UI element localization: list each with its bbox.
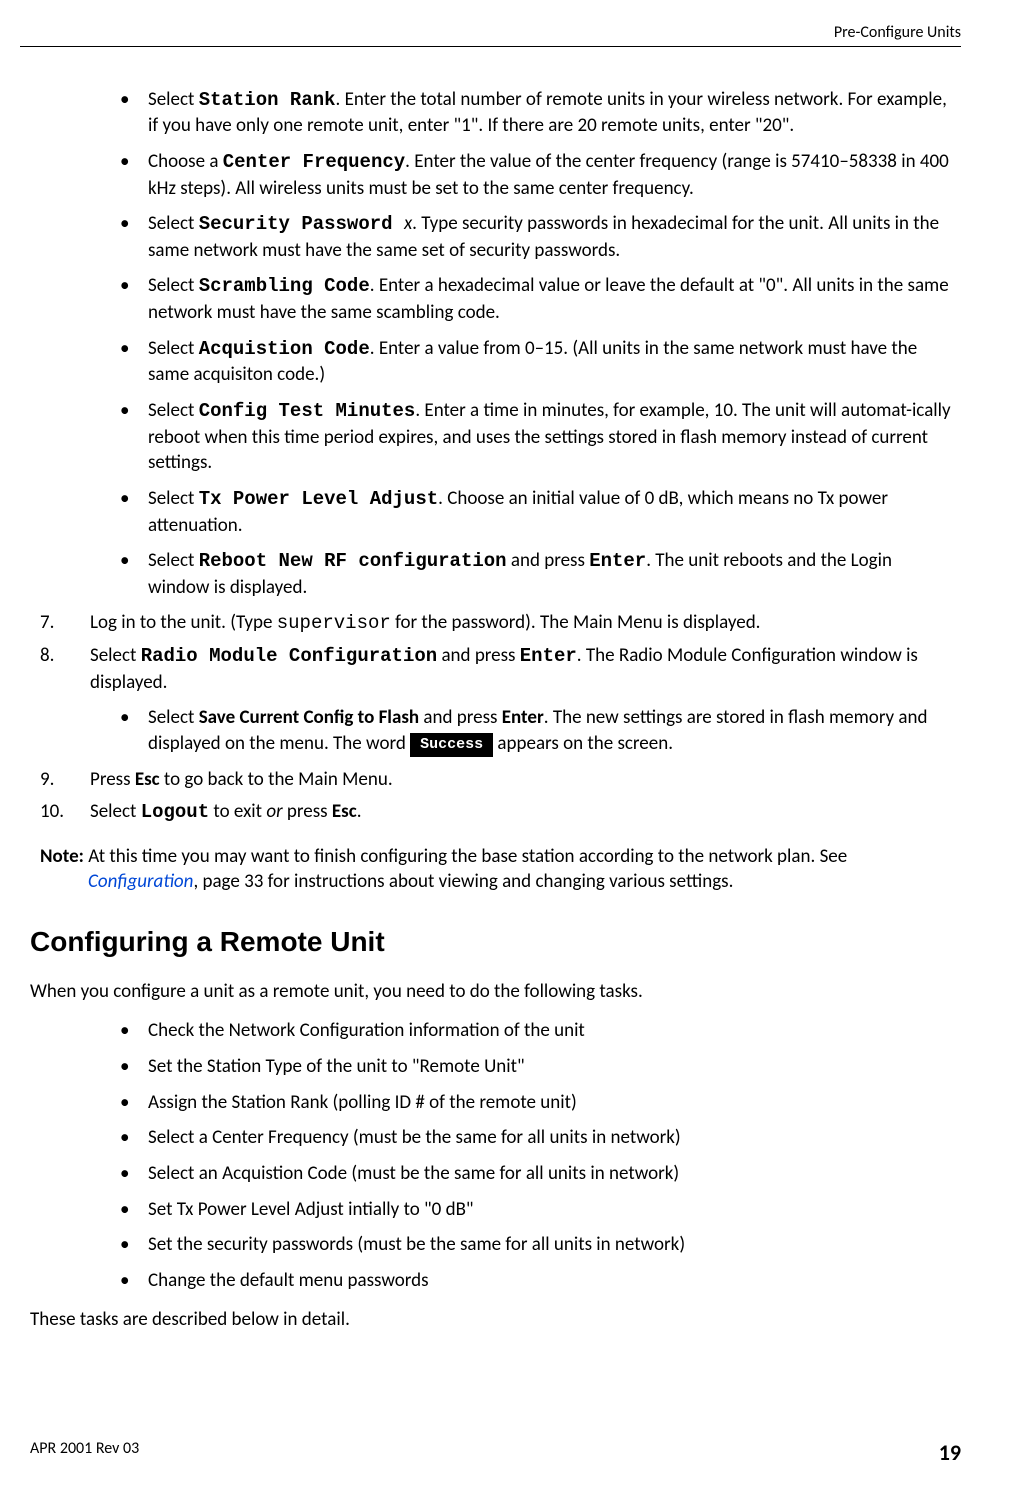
config-bullet-list: Select Station Rank. Enter the total num…	[120, 87, 953, 601]
inline-code: Tx Power Level Adjust	[199, 488, 438, 510]
list-item: Select a Center Frequency (must be the s…	[120, 1125, 953, 1151]
list-item: Set the security passwords (must be the …	[120, 1232, 953, 1258]
list-item: Set Tx Power Level Adjust intially to "0…	[120, 1197, 953, 1223]
step-9: 9. Press Esc to go back to the Main Menu…	[30, 767, 953, 793]
page-number: 19	[939, 1438, 961, 1468]
bold-label: Enter	[502, 706, 544, 729]
inline-code: Enter	[520, 645, 577, 667]
intro-paragraph: When you configure a unit as a remote un…	[30, 979, 953, 1005]
inline-code: Acquistion Code	[199, 338, 370, 360]
list-item: Change the default menu passwords	[120, 1268, 953, 1294]
step-text: Log in to the unit. (Type supervisor for…	[90, 611, 760, 634]
step-number: 9.	[40, 767, 80, 793]
step-text: Select Radio Module Configuration and pr…	[90, 644, 918, 694]
inline-code: Config Test Minutes	[199, 400, 416, 422]
inline-code: Enter	[589, 550, 646, 572]
list-item: Select Config Test Minutes. Enter a time…	[120, 398, 953, 476]
task-list: Check the Network Configuration informat…	[120, 1018, 953, 1293]
list-item: Select an Acquistion Code (must be the s…	[120, 1161, 953, 1187]
list-item: Select Reboot New RF configuration and p…	[120, 548, 953, 600]
bold-label: Esc	[135, 768, 160, 791]
inline-code: supervisor	[277, 612, 391, 634]
note-label: Note:	[40, 845, 84, 868]
inline-code: Security Password	[199, 213, 404, 235]
step-number: 7.	[40, 610, 80, 636]
header-title: Pre-Configure Units	[834, 23, 961, 42]
list-item: Set the Station Type of the unit to "Rem…	[120, 1054, 953, 1080]
step-8-inner: Select Save Current Config to Flash and …	[120, 705, 953, 757]
success-indicator: Success	[410, 733, 493, 757]
list-item: Select Tx Power Level Adjust. Choose an …	[120, 486, 953, 538]
note-block: Note: At this time you may want to finis…	[30, 844, 953, 895]
list-item: Check the Network Configuration informat…	[120, 1018, 953, 1044]
list-item: Select Scrambling Code. Enter a hexadeci…	[120, 273, 953, 325]
inline-code: Radio Module Configuration	[141, 645, 437, 667]
list-item: Choose a Center Frequency. Enter the val…	[120, 149, 953, 201]
inline-code: Station Rank	[199, 89, 336, 111]
inline-code: Center Frequency	[223, 151, 405, 173]
footer-left: APR 2001 Rev 03	[30, 1438, 139, 1460]
outro-paragraph: These tasks are described below in detai…	[30, 1307, 953, 1333]
bold-label: Save Current Config to Flash	[199, 706, 419, 729]
configuration-link[interactable]: Configuration	[88, 870, 193, 893]
step-text: Select Logout to exit or press Esc.	[90, 800, 361, 823]
page-header: Pre-Configure Units	[20, 22, 961, 47]
step-7: 7. Log in to the unit. (Type supervisor …	[30, 610, 953, 637]
step-text: Press Esc to go back to the Main Menu.	[90, 768, 393, 791]
list-item: Select Security Password x. Type securit…	[120, 211, 953, 263]
bold-label: Esc	[332, 800, 357, 823]
step-number: 10.	[40, 799, 80, 825]
list-item: Select Acquistion Code. Enter a value fr…	[120, 336, 953, 388]
step-number: 8.	[40, 643, 80, 669]
step-10: 10. Select Logout to exit or press Esc.	[30, 799, 953, 826]
list-item: Assign the Station Rank (polling ID # of…	[120, 1090, 953, 1116]
inline-code: Scrambling Code	[199, 275, 370, 297]
list-item: Select Station Rank. Enter the total num…	[120, 87, 953, 139]
numbered-steps: 7. Log in to the unit. (Type supervisor …	[30, 610, 953, 825]
inline-code: Reboot New RF configuration	[199, 550, 507, 572]
section-heading: Configuring a Remote Unit	[30, 923, 953, 961]
inline-code: Logout	[141, 801, 209, 823]
page-footer: APR 2001 Rev 03 19	[30, 1438, 961, 1468]
step-8: 8. Select Radio Module Configuration and…	[30, 643, 953, 757]
